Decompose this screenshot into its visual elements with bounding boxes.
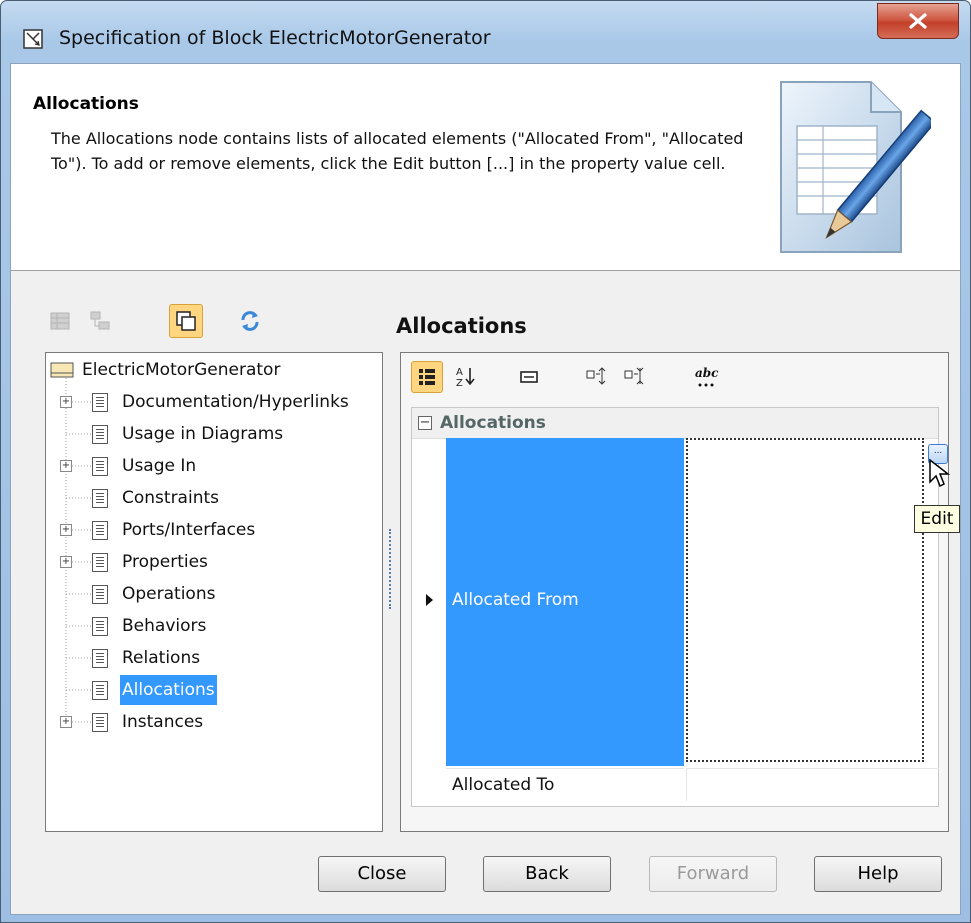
tree-item-label: Usage in Diagrams — [122, 424, 284, 444]
tree-item-label: Constraints — [122, 488, 219, 508]
copy-toggle-button[interactable] — [169, 304, 203, 338]
expand-all-icon — [586, 367, 606, 385]
categorized-icon — [419, 369, 435, 385]
close-button[interactable]: Close — [318, 856, 446, 892]
tree-item-label: Properties — [122, 552, 208, 572]
refresh-button[interactable] — [233, 304, 267, 338]
abc-icon: abc — [695, 366, 719, 387]
node-icon — [92, 521, 108, 540]
group-label: Allocations — [440, 413, 546, 433]
table-view-icon — [50, 312, 70, 330]
collapse-icon[interactable]: − — [418, 416, 432, 430]
window-close-button[interactable] — [877, 3, 959, 39]
svg-text:A: A — [456, 367, 463, 378]
sort-alphabetical-button[interactable]: A Z — [449, 361, 481, 393]
tree-item-label: Relations — [122, 648, 201, 668]
description-icon — [520, 371, 538, 383]
abc-label: abc — [695, 366, 719, 380]
node-icon — [92, 681, 108, 700]
categorized-view-button[interactable] — [411, 361, 443, 393]
header-description: The Allocations node contains lists of a… — [51, 129, 744, 173]
expand-icon[interactable]: + — [60, 460, 72, 472]
spell-check-button[interactable]: abc — [691, 361, 723, 393]
property-name-label: Allocated To — [452, 775, 555, 795]
group-row-allocations[interactable]: − Allocations — [412, 408, 938, 439]
node-icon — [92, 457, 108, 476]
document-edit-icon — [780, 81, 931, 253]
specification-icon — [23, 29, 43, 49]
tree-item-label: Operations — [122, 584, 216, 604]
node-icon — [92, 713, 108, 732]
node-icon — [92, 425, 108, 444]
dialog-window: Specification of Block ElectricMotorGene… — [0, 0, 971, 923]
refresh-icon — [241, 311, 259, 331]
property-name-allocated-from[interactable]: Allocated From — [446, 438, 684, 766]
current-row-arrow-icon — [426, 594, 433, 606]
pane-splitter[interactable] — [389, 529, 394, 609]
expand-icon[interactable]: + — [60, 524, 72, 536]
tree-item-label: Instances — [122, 712, 204, 732]
help-button[interactable]: Help — [814, 856, 942, 892]
node-icon — [92, 553, 108, 572]
expand-icon[interactable]: + — [60, 716, 72, 728]
header-title: Allocations — [33, 94, 139, 114]
tree-item-label: Behaviors — [122, 616, 207, 636]
svg-text:Z: Z — [456, 378, 463, 389]
tree-item-label-selected: Allocations — [120, 675, 217, 705]
header-panel: Allocations The Allocations node contain… — [11, 64, 960, 271]
forward-button[interactable]: Forward — [649, 856, 777, 892]
property-grid: − Allocations Allocated From ... Allocat… — [411, 407, 950, 807]
expand-icon[interactable]: + — [60, 396, 72, 408]
collapse-all-button[interactable] — [619, 361, 651, 393]
close-icon — [909, 13, 927, 29]
expand-icon[interactable]: + — [60, 556, 72, 568]
window-title: Specification of Block ElectricMotorGene… — [59, 27, 491, 49]
description-toggle-button[interactable] — [513, 361, 545, 393]
node-icon — [92, 489, 108, 508]
dialog-client: Allocations The Allocations node contain… — [10, 63, 961, 915]
sort-az-icon: A Z — [456, 367, 475, 389]
property-value-allocated-to[interactable] — [686, 768, 939, 801]
collapse-all-icon — [624, 367, 644, 385]
specification-tree[interactable]: ElectricMotorGenerator + Documentation/H… — [45, 352, 383, 832]
tree-root-label: ElectricMotorGenerator — [82, 360, 281, 380]
copy-icon — [176, 311, 196, 331]
back-button[interactable]: Back — [483, 856, 611, 892]
node-icon — [92, 585, 108, 604]
property-value-allocated-from[interactable] — [686, 438, 924, 762]
node-icon — [92, 617, 108, 636]
node-icon — [92, 393, 108, 412]
block-icon — [50, 362, 74, 378]
tree-item-label: Usage In — [122, 456, 197, 476]
expand-all-button[interactable] — [581, 361, 613, 393]
property-name-label: Allocated From — [452, 590, 579, 610]
property-name-allocated-to[interactable]: Allocated To — [446, 768, 684, 801]
table-view-button[interactable] — [43, 304, 77, 338]
tree-item-label: Documentation/Hyperlinks — [122, 392, 349, 412]
node-icon — [92, 649, 108, 668]
mouse-cursor-icon — [929, 458, 950, 488]
property-panel: A Z abc − Allocations Allocated From ...… — [400, 352, 950, 832]
tree-view-icon — [90, 311, 110, 330]
tree-root[interactable]: ElectricMotorGenerator — [46, 355, 376, 385]
tree-item-label: Ports/Interfaces — [122, 520, 256, 540]
tree-view-button[interactable] — [83, 304, 117, 338]
panel-title: Allocations — [396, 314, 527, 338]
edit-tooltip: Edit — [914, 505, 960, 533]
